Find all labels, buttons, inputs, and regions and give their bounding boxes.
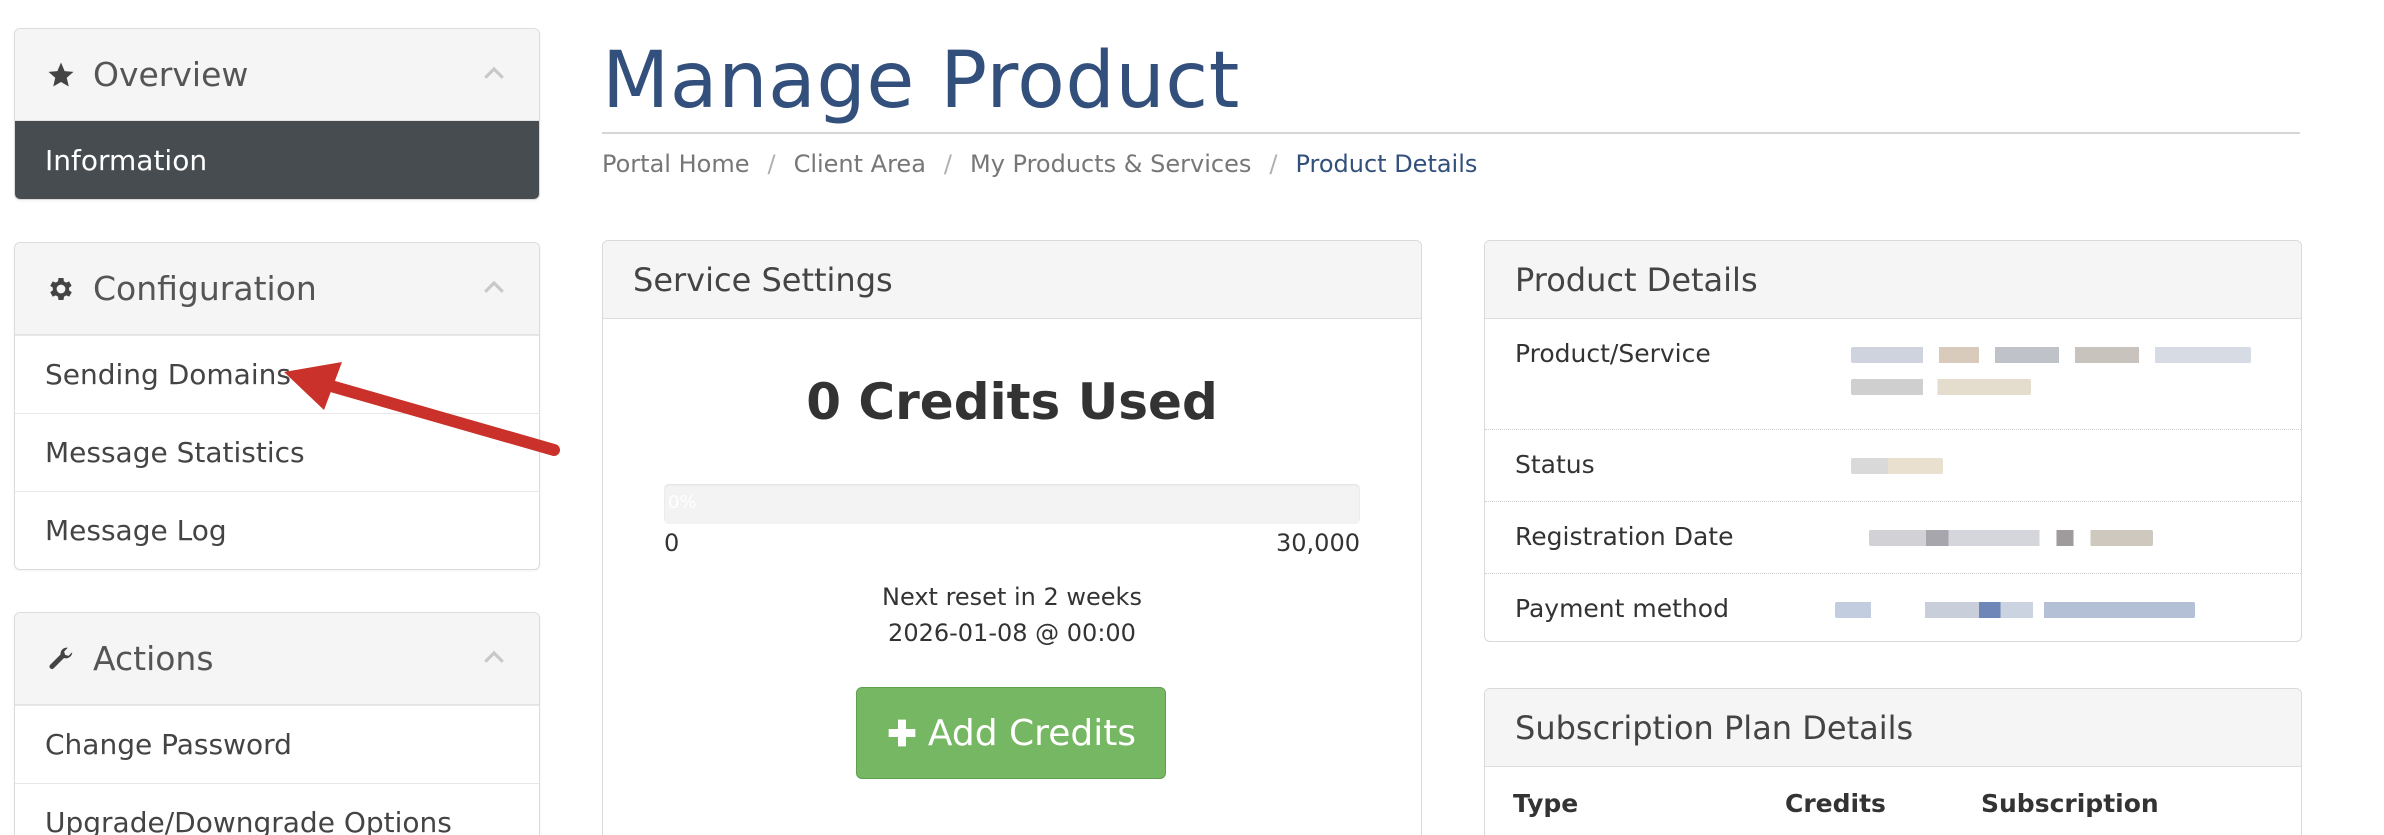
breadcrumb-separator: / <box>767 150 776 178</box>
detail-row-registration: Registration Date <box>1485 501 2301 573</box>
breadcrumb-my-products[interactable]: My Products & Services <box>970 150 1251 178</box>
gear-icon <box>45 273 77 305</box>
breadcrumb-separator: / <box>1269 150 1278 178</box>
detail-label-registration: Registration Date <box>1515 522 1734 551</box>
actions-title: Actions <box>93 639 214 678</box>
breadcrumb-separator: / <box>943 150 952 178</box>
reset-info: Next reset in 2 weeks 2026-01-08 @ 00:00 <box>603 579 1421 651</box>
star-icon <box>45 59 77 91</box>
credits-progress-bar: 0% <box>664 484 1360 524</box>
redacted-value <box>1851 458 1943 474</box>
actions-panel: Actions Change Password Upgrade/Downgrad… <box>14 612 540 835</box>
service-settings-header: Service Settings <box>603 241 1421 319</box>
title-divider <box>602 132 2300 134</box>
configuration-title: Configuration <box>93 269 317 308</box>
subscription-plan-header: Subscription Plan Details <box>1485 689 2301 767</box>
page-title: Manage Product <box>602 36 1240 126</box>
detail-label-payment: Payment method <box>1515 594 1729 623</box>
chevron-up-icon[interactable] <box>479 273 509 303</box>
overview-title: Overview <box>93 55 249 94</box>
actions-panel-header[interactable]: Actions <box>15 613 539 705</box>
progress-scale-min: 0 <box>664 529 680 557</box>
breadcrumb: Portal Home / Client Area / My Products … <box>602 150 1477 178</box>
redacted-value <box>1851 347 2251 363</box>
detail-row-payment: Payment method <box>1485 573 2301 641</box>
plus-icon <box>888 719 916 747</box>
chevron-up-icon[interactable] <box>479 59 509 89</box>
subscription-table-header: Type Credits Subscription <box>1485 767 2301 835</box>
wrench-icon <box>45 643 77 675</box>
column-header-subscription: Subscription <box>1981 789 2159 818</box>
column-header-credits: Credits <box>1785 789 1886 818</box>
add-credits-button[interactable]: Add Credits <box>856 687 1166 779</box>
sidebar-item-upgrade-downgrade[interactable]: Upgrade/Downgrade Options <box>15 783 539 835</box>
overview-panel-header[interactable]: Overview <box>15 29 539 121</box>
product-details-header: Product Details <box>1485 241 2301 319</box>
breadcrumb-client-area[interactable]: Client Area <box>794 150 926 178</box>
reset-countdown: Next reset in 2 weeks <box>882 583 1142 611</box>
detail-row-status: Status <box>1485 429 2301 501</box>
progress-scale-max: 30,000 <box>1276 529 1360 557</box>
sidebar-item-message-log[interactable]: Message Log <box>15 491 539 569</box>
detail-label-status: Status <box>1515 450 1595 479</box>
sidebar-item-information[interactable]: Information <box>15 121 539 199</box>
chevron-up-icon[interactable] <box>479 643 509 673</box>
breadcrumb-product-details: Product Details <box>1295 150 1478 178</box>
subscription-plan-card: Subscription Plan Details Type Credits S… <box>1484 688 2302 835</box>
redacted-value <box>1835 602 2195 618</box>
configuration-panel-header[interactable]: Configuration <box>15 243 539 335</box>
credits-used-heading: 0 Credits Used <box>806 373 1218 431</box>
detail-label-product: Product/Service <box>1515 339 1711 368</box>
redacted-value <box>1869 530 2153 546</box>
column-header-type: Type <box>1513 789 1579 818</box>
breadcrumb-portal-home[interactable]: Portal Home <box>602 150 749 178</box>
reset-datetime: 2026-01-08 @ 00:00 <box>888 619 1136 647</box>
overview-panel: Overview Information <box>14 28 540 200</box>
add-credits-label: Add Credits <box>927 712 1137 754</box>
detail-row-product: Product/Service <box>1485 319 2301 429</box>
sidebar-item-change-password[interactable]: Change Password <box>15 705 539 783</box>
credits-progress-label: 0% <box>668 492 697 513</box>
redacted-value <box>1851 379 2031 395</box>
service-settings-card: Service Settings 0 Credits Used 0% 0 30,… <box>602 240 1422 835</box>
product-details-card: Product Details Product/Service Status R… <box>1484 240 2302 642</box>
annotation-arrow-icon <box>284 362 560 456</box>
